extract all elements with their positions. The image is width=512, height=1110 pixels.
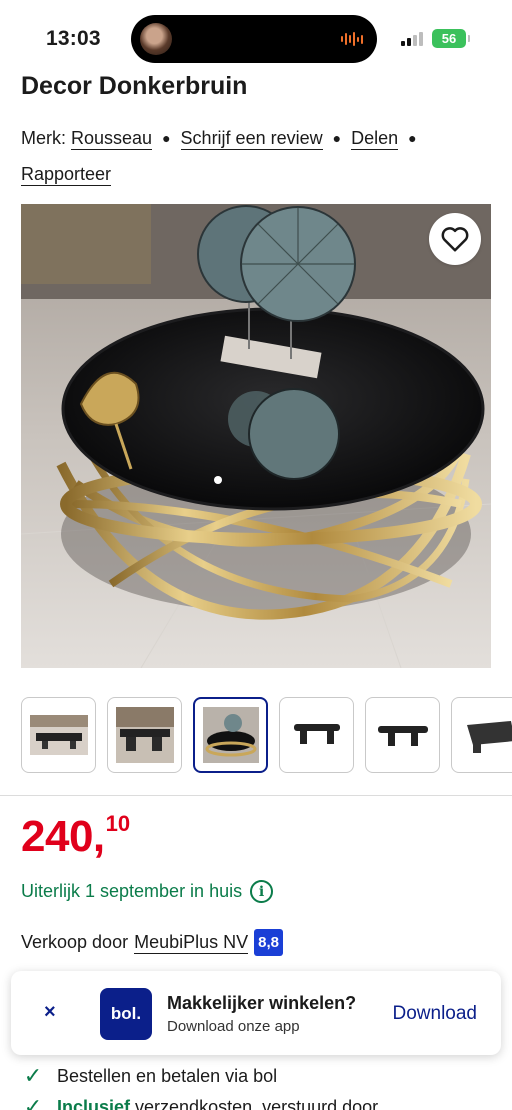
seller-score-badge[interactable]: 8,8	[254, 929, 283, 956]
now-playing-avatar	[140, 23, 172, 55]
price-whole: 240,	[21, 812, 105, 861]
dynamic-island[interactable]	[131, 15, 377, 63]
seller-label: Verkoop door	[21, 932, 129, 952]
separator-dot: ●	[162, 130, 171, 146]
check-icon: ✓	[23, 1063, 43, 1088]
heart-icon	[441, 227, 469, 252]
separator-dot: ●	[408, 130, 417, 146]
usp-item: ✓ Bestellen en betalen via bol	[21, 1063, 277, 1089]
product-main-image[interactable]	[21, 204, 491, 668]
thumbnail-strip[interactable]	[21, 697, 512, 773]
download-app-button[interactable]: Download	[393, 1003, 478, 1025]
brand-link[interactable]: Rousseau	[71, 128, 153, 150]
thumbnail-2[interactable]	[107, 697, 182, 773]
write-review-link[interactable]: Schrijf een review	[180, 128, 323, 150]
product-title: Decor Donkerbruin	[21, 72, 248, 100]
battery-level: 56	[441, 31, 457, 46]
banner-subtitle: Download onze app	[167, 1018, 300, 1035]
close-icon[interactable]: ×	[44, 1001, 56, 1024]
thumbnail-1[interactable]	[21, 697, 96, 773]
thumbnail-5[interactable]	[365, 697, 440, 773]
delivery-info: Uiterlijk 1 september in huis i	[21, 880, 274, 903]
usp-bold: Inclusief	[57, 1096, 131, 1110]
audio-wave-icon	[341, 32, 363, 46]
section-divider	[0, 795, 512, 796]
product-price: 240,10	[21, 811, 131, 862]
check-icon: ✓	[23, 1094, 43, 1110]
usp-text: verzendkosten, verstuurd door	[130, 1096, 379, 1110]
report-link[interactable]: Rapporteer	[21, 164, 112, 186]
thumbnail-3-selected[interactable]	[193, 697, 268, 773]
share-link[interactable]: Delen	[351, 128, 399, 150]
status-time: 13:03	[46, 27, 101, 50]
wishlist-button[interactable]	[429, 213, 481, 265]
battery-icon: 56	[432, 29, 470, 48]
delivery-text: Uiterlijk 1 september in huis	[21, 881, 243, 901]
thumbnail-6[interactable]	[451, 697, 512, 773]
usp-item: ✓ Inclusief verzendkosten, verstuurd doo…	[21, 1094, 378, 1110]
info-icon[interactable]: i	[250, 880, 274, 903]
seller-info: Verkoop door MeubiPlus NV 8,8	[21, 929, 283, 956]
app-download-banner: × bol. Makkelijker winkelen? Download on…	[11, 971, 501, 1055]
usp-text: Bestellen en betalen via bol	[57, 1065, 278, 1086]
brand-label: Merk:	[21, 128, 66, 148]
seller-link[interactable]: MeubiPlus NV	[134, 932, 249, 954]
separator-dot: ●	[332, 130, 342, 146]
product-meta: Merk: Rousseau ● Schrijf een review ● Delen ●…	[21, 120, 501, 192]
bol-logo: bol.	[100, 988, 152, 1040]
status-bar: 13:03 56	[0, 0, 512, 74]
signal-icon	[401, 32, 427, 46]
banner-title: Makkelijker winkelen?	[167, 993, 357, 1013]
thumbnail-4[interactable]	[279, 697, 354, 773]
price-cents: 10	[105, 811, 131, 836]
